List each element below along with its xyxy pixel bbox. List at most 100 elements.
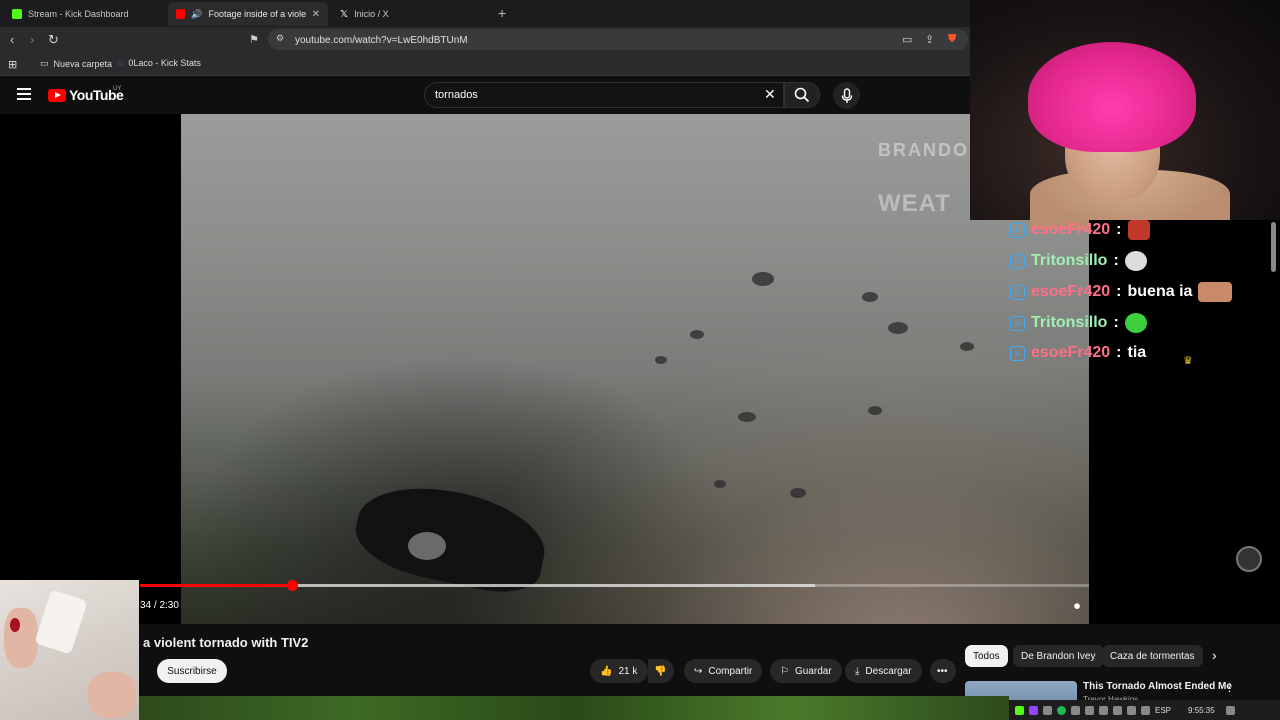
save-button[interactable]: ⚐ Guardar [770, 659, 842, 683]
chat-message: ⚔ esoeFr420 : tia [1010, 344, 1146, 362]
voice-search-button[interactable] [833, 82, 860, 109]
share-label: Compartir [708, 665, 753, 677]
search-value[interactable]: tornados [435, 89, 478, 101]
hail-blob [888, 322, 908, 334]
related-more-icon[interactable]: ⋮ [1224, 681, 1235, 694]
video-watermark: BRANDO [878, 140, 969, 160]
tray-icon[interactable] [1043, 705, 1052, 715]
chat-username: esoeFr420 [1031, 344, 1111, 361]
moderator-sword-icon: ⚔ [1010, 222, 1025, 238]
share-icon: ↪ [694, 665, 703, 677]
system-taskbar: ESP 9:55:35 [1009, 700, 1280, 720]
subscribe-button[interactable]: Suscribirse [157, 659, 227, 683]
search-button[interactable] [784, 82, 820, 108]
like-button[interactable]: 👍 21 k [590, 659, 648, 683]
notifications-icon[interactable] [1225, 705, 1235, 715]
back-icon[interactable]: ‹ [10, 32, 14, 47]
time-display: 34 / 2:30 [140, 600, 179, 611]
chip-brandon-ivey[interactable]: De Brandon Ivey [1013, 645, 1104, 667]
forward-icon[interactable]: › [30, 32, 34, 47]
dislike-button[interactable]: 👎 [648, 659, 674, 683]
tab-kick-dashboard[interactable]: Stream - Kick Dashboard [4, 2, 166, 26]
chat-scrollbar[interactable] [1271, 222, 1276, 272]
system-clock[interactable]: 9:55:35 [1188, 706, 1215, 715]
browser-tab-bar: Stream - Kick Dashboard 🔊 Footage inside… [0, 0, 970, 27]
chat-username: Tritonsillo [1031, 252, 1108, 269]
bookmark-icon[interactable]: ⚑ [249, 33, 259, 46]
folder-icon: ▭ [40, 58, 49, 68]
more-icon: ••• [937, 665, 948, 677]
moderator-sword-icon: ⚔ [1010, 345, 1025, 361]
chat-message: ⚔ esoeFr420 : buena ia [1010, 282, 1233, 302]
tray-icon[interactable] [1127, 705, 1136, 715]
video-letterbox [0, 114, 181, 624]
bookmark-kick-stats[interactable]: ◌ 0Laco - Kick Stats [118, 58, 201, 68]
save-label: Guardar [794, 665, 832, 677]
download-label: Descargar [865, 665, 912, 677]
volume-tray-icon[interactable] [1141, 705, 1150, 715]
site-info-icon[interactable]: ⚙ [276, 33, 284, 44]
new-tab-button[interactable]: + [498, 5, 506, 21]
keyboard-language[interactable]: ESP [1155, 706, 1171, 715]
channel-avatar-icon [1236, 546, 1262, 572]
search-icon [794, 87, 810, 103]
more-actions-button[interactable]: ••• [930, 659, 956, 683]
spotify-tray-icon[interactable] [1057, 705, 1066, 715]
reload-icon[interactable]: ↻ [48, 32, 59, 48]
hail-blob [752, 272, 774, 286]
chip-all[interactable]: Todos [965, 645, 1008, 667]
wiper-highlight [408, 532, 446, 560]
share-page-icon[interactable]: ⇪ [925, 33, 934, 46]
chip-storm-chasing[interactable]: Caza de tormentas [1102, 645, 1203, 667]
tab-x-home[interactable]: 𝕏 Inicio / X [332, 2, 492, 26]
tray-icon[interactable] [1071, 705, 1080, 715]
chat-message: ⚔ Tritonsillo : [1010, 251, 1147, 271]
hand-thumb [88, 672, 136, 718]
hand-finger [4, 608, 38, 668]
bookmark-folder[interactable]: ▭ Nueva carpeta [40, 58, 112, 69]
progress-scrubber[interactable] [287, 580, 298, 591]
youtube-play-icon [48, 88, 66, 102]
chevron-right-icon[interactable]: › [1212, 647, 1217, 663]
chat-separator: : [1116, 221, 1122, 238]
hail-blob [862, 292, 878, 302]
crown-icon: ♛ [1183, 355, 1193, 367]
bookmark-label: Nueva carpeta [53, 58, 113, 69]
emote-icon [1124, 251, 1147, 271]
share-button[interactable]: ↪ Compartir [684, 659, 763, 683]
video-title: a violent tornado with TIV2 [143, 635, 309, 650]
chat-username: esoeFr420 [1031, 221, 1111, 238]
brave-shield-icon[interactable]: ⛊ [948, 33, 956, 46]
close-tab-icon[interactable]: ✕ [312, 9, 320, 20]
hail-blob [868, 406, 882, 415]
chat-text: buena ia [1127, 283, 1193, 300]
moderator-sword-icon: ⚔ [1010, 315, 1025, 331]
tray-icon[interactable] [1113, 705, 1122, 715]
moderator-sword-icon: ⚔ [1010, 284, 1025, 300]
video-player[interactable] [181, 114, 1089, 624]
emote-icon [1198, 282, 1233, 302]
tray-icon[interactable] [1099, 705, 1108, 715]
related-video-title[interactable]: This Tornado Almost Ended Me [1083, 681, 1232, 692]
x-icon: 𝕏 [340, 8, 349, 20]
clear-search-icon[interactable]: ✕ [764, 86, 776, 103]
url-text[interactable]: youtube.com/watch?v=LwE0hdBTUnM [295, 35, 468, 46]
chat-text: tia [1127, 344, 1147, 361]
download-button[interactable]: ⤓ Descargar [845, 659, 922, 683]
cast-icon[interactable]: ▭ [902, 33, 912, 46]
kick-tray-icon[interactable] [1015, 705, 1024, 715]
link-icon: ◌ [118, 58, 124, 68]
search-input[interactable] [424, 82, 784, 108]
tab-title: Stream - Kick Dashboard [28, 9, 129, 19]
country-code: UY [113, 86, 122, 92]
twitch-tray-icon[interactable] [1029, 705, 1038, 715]
autoplay-toggle[interactable]: ⏺ [1074, 599, 1080, 614]
menu-icon[interactable] [17, 88, 31, 100]
hail-blob [655, 356, 667, 364]
chat-separator: : [1116, 283, 1122, 300]
tab-youtube-video[interactable]: 🔊 Footage inside of a violent to ✕ [168, 2, 328, 26]
apps-grid-icon[interactable]: ⊞ [8, 58, 17, 71]
tray-icon[interactable] [1085, 705, 1094, 715]
microphone-icon [841, 87, 852, 103]
hail-blob [738, 412, 756, 422]
